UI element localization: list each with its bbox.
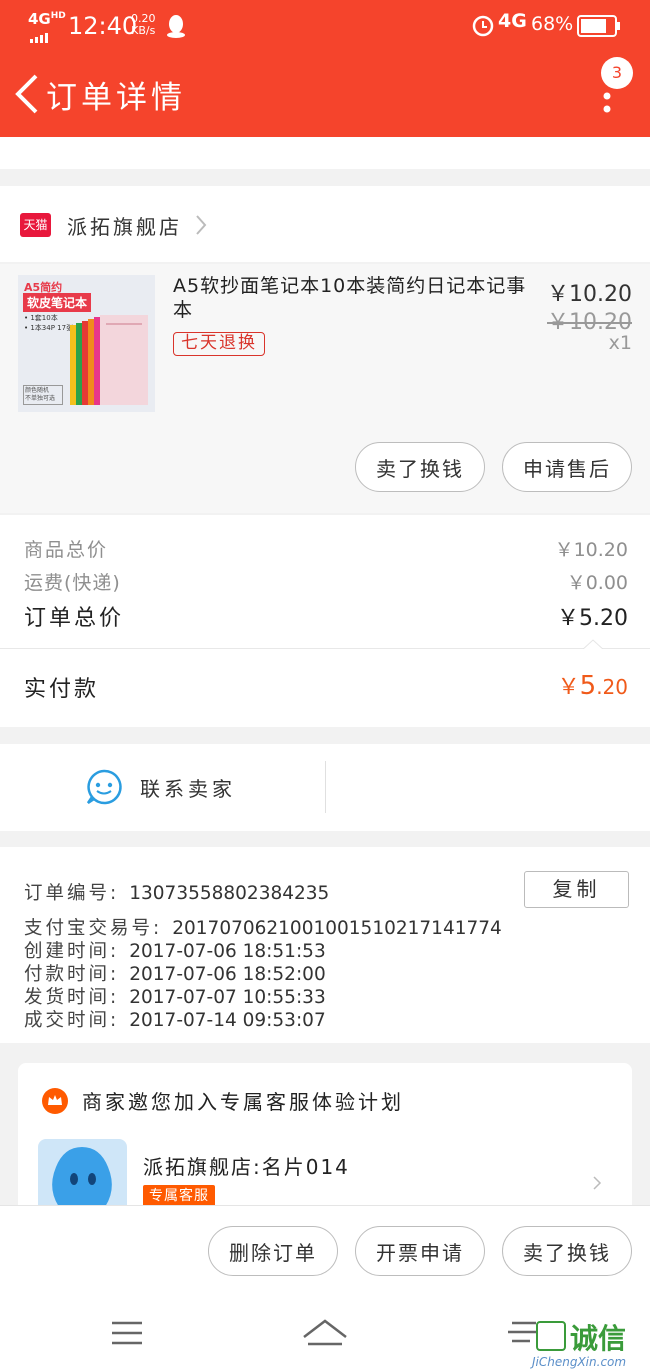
invoice-button[interactable]: 开票申请 (355, 1226, 485, 1276)
alarm-icon (471, 13, 495, 41)
service-tag: 专属客服 (143, 1185, 215, 1207)
image-subtitle: 软皮笔记本 (23, 293, 92, 312)
status-bar: 4GHD 12:40 0.20 KB/s 4G 68% (0, 0, 650, 52)
resell-button[interactable]: 卖了换钱 (355, 442, 485, 492)
order-total-value: ￥5.20 (557, 606, 628, 631)
paid-row: 实付款 ￥5.20 (0, 649, 650, 727)
chat-bubble-icon (86, 769, 122, 809)
watermark: 诚信 JiChengXin.com (530, 1317, 650, 1372)
watermark-logo-icon (536, 1321, 566, 1351)
product-image[interactable]: A5简约 软皮笔记本 • 1套10本 • 1本34P 17张 颜色随机 不单独可… (18, 275, 155, 412)
net-speed: 0.20 KB/s (131, 12, 156, 37)
image-tag: 颜色随机 不单独可选 (23, 385, 63, 405)
more-menu-icon[interactable] (598, 92, 618, 132)
contact-seller-button[interactable]: 联系卖家 (0, 744, 325, 831)
goods-total-label: 商品总价 (24, 539, 109, 561)
order-total-label: 订单总价 (24, 606, 125, 631)
shop-row[interactable]: 天猫 派拓旗舰店 (0, 186, 650, 262)
service-avatar (38, 1139, 127, 1213)
resell-bottom-button[interactable]: 卖了换钱 (502, 1226, 632, 1276)
deal-time-line: 成交时间: 2017-07-14 09:53:07 (24, 1010, 326, 1031)
tmall-badge: 天猫 (20, 213, 51, 237)
menu-icon[interactable] (111, 1320, 143, 1350)
qq-icon (166, 14, 186, 42)
watermark-brand: 诚信 (570, 1322, 627, 1355)
shipping-value: ￥0.00 (566, 572, 628, 594)
back-button[interactable] (8, 72, 44, 116)
paid-label: 实付款 (24, 677, 100, 702)
order-info: 订单编号: 13073558802384235 复制 支付宝交易号: 2017070… (0, 847, 650, 1043)
product-quantity: x1 (608, 332, 632, 354)
chevron-right-icon (194, 213, 208, 241)
return-policy-tag: 七天退换 (173, 332, 265, 356)
service-plan-card[interactable]: 商家邀您加入专属客服体验计划 派拓旗舰店:名片014 专属客服 (18, 1063, 632, 1213)
service-plan-title: 商家邀您加入专属客服体验计划 (82, 1090, 404, 1114)
chevron-right-icon (592, 1175, 602, 1195)
partial-section (0, 137, 650, 169)
mobile-data: 4G (498, 10, 527, 32)
image-line1: • 1套10本 (24, 314, 58, 322)
product-title[interactable]: A5软抄面笔记本10本装简约日记本记事本 (173, 274, 533, 322)
vertical-divider (325, 761, 326, 813)
notification-badge[interactable]: 3 (601, 57, 633, 89)
copy-button[interactable]: 复制 (524, 871, 629, 908)
system-nav-bar: 诚信 JiChengXin.com (0, 1297, 650, 1372)
paid-value: ￥5.20 (557, 671, 628, 701)
price-summary: 商品总价 ￥10.20 运费(快递) ￥0.00 订单总价 ￥5.20 (0, 515, 650, 648)
watermark-url: JiChengXin.com (532, 1355, 627, 1369)
battery-icon (577, 15, 621, 41)
shipping-label: 运费(快递) (24, 572, 121, 594)
signal-icon (30, 28, 54, 43)
page-title: 订单详情 (46, 80, 186, 116)
home-icon[interactable] (302, 1317, 348, 1351)
notebook-stack (70, 315, 150, 407)
image-line2: • 1本34P 17张 (24, 324, 74, 332)
order-number-line: 订单编号: 13073558802384235 (24, 883, 330, 904)
bottom-action-bar: 删除订单 开票申请 卖了换钱 (0, 1205, 650, 1297)
after-sales-button[interactable]: 申请售后 (502, 442, 632, 492)
battery-text: 68% (531, 13, 574, 35)
shop-name: 派拓旗舰店 (67, 215, 182, 239)
service-contact-name: 派拓旗舰店:名片014 (143, 1155, 350, 1179)
app-header: 订单详情 3 (0, 52, 650, 137)
crown-icon (42, 1088, 68, 1118)
contact-seller-label: 联系卖家 (140, 777, 236, 801)
clock: 12:40 (68, 12, 138, 40)
delete-order-button[interactable]: 删除订单 (208, 1226, 338, 1276)
goods-total-value: ￥10.20 (554, 539, 628, 561)
network-indicator: 4GHD (28, 10, 66, 28)
contact-row: 联系卖家 (0, 744, 650, 831)
product-card[interactable]: A5简约 软皮笔记本 • 1套10本 • 1本34P 17张 颜色随机 不单独可… (0, 264, 650, 513)
